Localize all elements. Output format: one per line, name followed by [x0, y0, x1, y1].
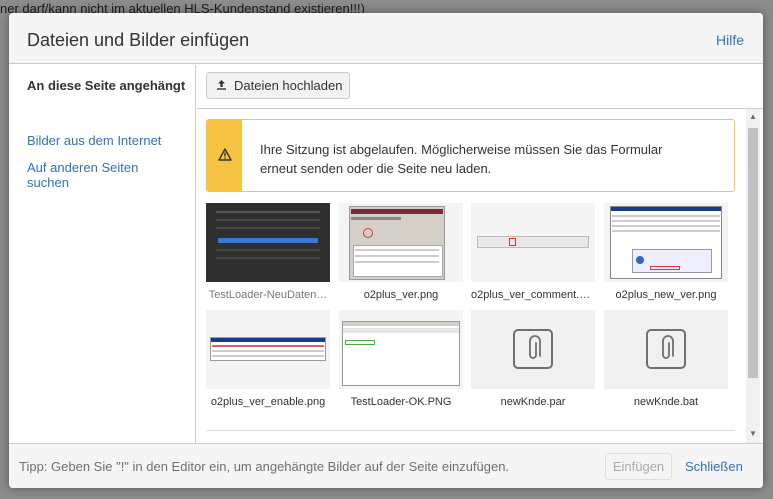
- file-name: o2plus_ver_enable.png: [210, 396, 326, 408]
- file-thumbnail: [471, 310, 595, 389]
- file-thumbnail: [339, 310, 463, 389]
- main-panel: Dateien hochladen Ihre Sitzung ist abgel…: [197, 65, 763, 443]
- upload-button-label: Dateien hochladen: [234, 78, 343, 93]
- footer-tip: Tipp: Geben Sie "!" in den Editor ein, u…: [19, 459, 510, 474]
- file-tile[interactable]: TestLoader-NeuDaten…: [206, 203, 330, 301]
- upload-icon: [216, 79, 227, 93]
- insert-files-dialog: Dateien und Bilder einfügen Hilfe An die…: [9, 13, 763, 488]
- scroll-down-icon[interactable]: ▼: [749, 429, 757, 438]
- sidebar-item-web-images[interactable]: Bilder aus dem Internet: [27, 133, 187, 148]
- file-tile[interactable]: TestLoader-OK.PNG: [339, 310, 463, 408]
- file-tile[interactable]: o2plus_new_ver.png: [604, 203, 728, 301]
- dialog-title: Dateien und Bilder einfügen: [27, 30, 250, 50]
- dialog-footer: Tipp: Geben Sie "!" in den Editor ein, u…: [9, 443, 763, 488]
- dialog-header: Dateien und Bilder einfügen Hilfe: [9, 13, 763, 64]
- file-thumbnail: [206, 310, 330, 389]
- file-thumbnail: [206, 203, 330, 282]
- vertical-scrollbar[interactable]: ▲ ▼: [746, 109, 760, 443]
- file-name: newKnde.par: [500, 396, 566, 408]
- file-name: o2plus_ver.png: [363, 289, 439, 301]
- sidebar: An diese Seite angehängt Bilder aus dem …: [9, 65, 196, 443]
- scrollbar-thumb[interactable]: [748, 128, 758, 378]
- help-link[interactable]: Hilfe: [716, 32, 744, 48]
- grid-end-divider: [206, 430, 735, 431]
- file-list-scroll-area[interactable]: Ihre Sitzung ist abgelaufen. Möglicherwe…: [197, 109, 763, 443]
- session-expired-warning: Ihre Sitzung ist abgelaufen. Möglicherwe…: [206, 119, 735, 192]
- file-name: TestLoader-OK.PNG: [350, 396, 452, 408]
- file-tile[interactable]: newKnde.bat: [604, 310, 728, 408]
- close-button[interactable]: Schließen: [685, 459, 743, 474]
- scroll-up-icon[interactable]: ▲: [749, 112, 757, 121]
- file-thumbnail: [339, 203, 463, 282]
- insert-button[interactable]: Einfügen: [605, 453, 672, 480]
- sidebar-item-attached[interactable]: An diese Seite angehängt: [27, 78, 187, 93]
- file-name: TestLoader-NeuDaten…: [208, 289, 328, 301]
- attachment-icon: [646, 329, 686, 369]
- file-name: o2plus_new_ver.png: [615, 289, 717, 301]
- file-thumbnail: [604, 310, 728, 389]
- warning-strip: [207, 120, 242, 191]
- upload-files-button[interactable]: Dateien hochladen: [206, 72, 350, 99]
- file-tile[interactable]: o2plus_ver_comment.p…: [471, 203, 595, 301]
- warning-icon: [217, 147, 232, 164]
- file-tile[interactable]: newKnde.par: [471, 310, 595, 408]
- file-thumbnail: [604, 203, 728, 282]
- file-tile[interactable]: o2plus_ver_enable.png: [206, 310, 330, 408]
- attachment-icon: [513, 329, 553, 369]
- file-name: newKnde.bat: [633, 396, 699, 408]
- file-name: o2plus_ver_comment.p…: [471, 289, 595, 301]
- warning-message: Ihre Sitzung ist abgelaufen. Möglicherwe…: [260, 142, 663, 176]
- file-thumbnail: [471, 203, 595, 282]
- file-tile[interactable]: o2plus_ver.png: [339, 203, 463, 301]
- sidebar-item-search-other-pages[interactable]: Auf anderen Seiten suchen: [27, 160, 157, 190]
